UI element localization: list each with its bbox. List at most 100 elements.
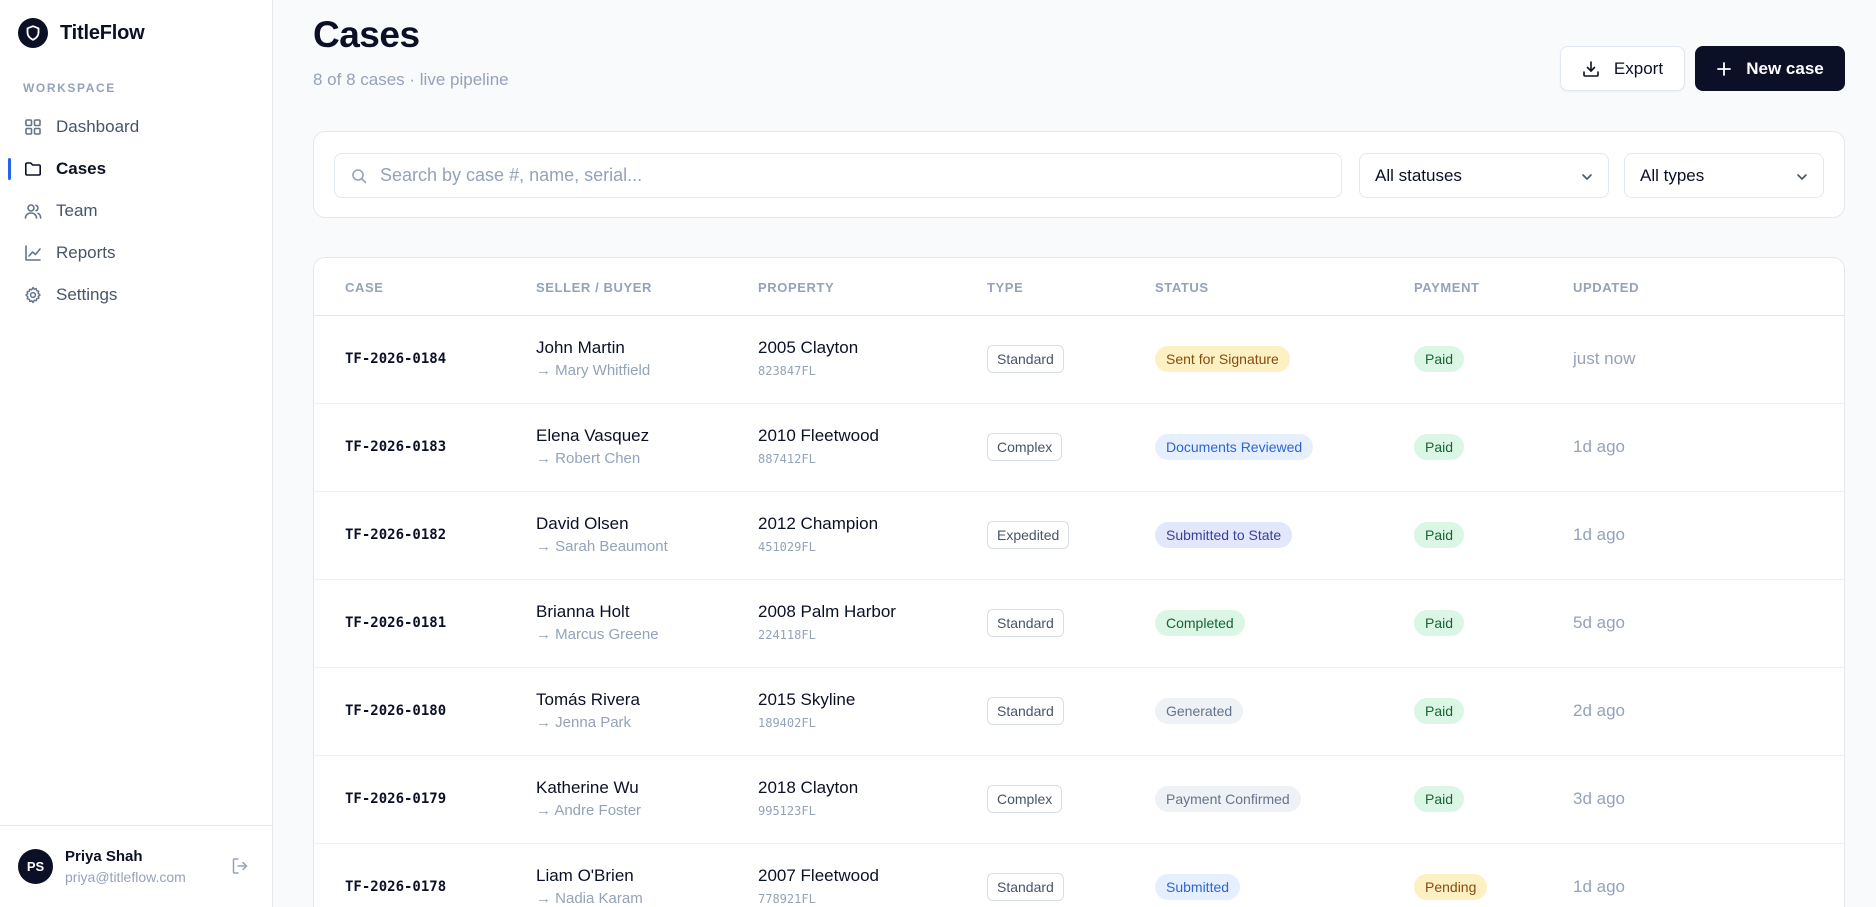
property-name: 2015 Skyline bbox=[758, 690, 856, 709]
sidebar-item-label: Team bbox=[56, 201, 98, 220]
new-case-label: New case bbox=[1746, 58, 1824, 78]
property-serial: 887412FL bbox=[758, 452, 816, 466]
property-name: 2005 Clayton bbox=[758, 338, 859, 357]
avatar[interactable]: PS bbox=[18, 849, 53, 884]
status-badge: Payment Confirmed bbox=[1155, 786, 1301, 812]
type-badge: Standard bbox=[987, 609, 1064, 637]
case-id[interactable]: TF-2026-0184 bbox=[345, 351, 446, 367]
new-case-button[interactable]: New case bbox=[1695, 46, 1845, 91]
workspace-label: WORKSPACE bbox=[23, 81, 116, 95]
case-id[interactable]: TF-2026-0183 bbox=[345, 439, 446, 455]
column-header-seller-buyer[interactable]: SELLER / BUYER bbox=[536, 280, 652, 295]
user-email: priya@titleflow.com bbox=[65, 869, 186, 885]
seller-name: Liam O'Brien bbox=[536, 866, 634, 885]
sidebar: TitleFlow WORKSPACE Dashboard Cases Team… bbox=[0, 0, 273, 907]
updated-time: just now bbox=[1573, 349, 1636, 368]
export-button[interactable]: Export bbox=[1560, 46, 1685, 91]
buyer-name: → Jenna Park bbox=[536, 714, 632, 731]
case-id[interactable]: TF-2026-0181 bbox=[345, 615, 446, 631]
chevron-down-icon bbox=[1797, 174, 1807, 180]
table-row[interactable]: TF-2026-0179 Katherine Wu → Andre Foster 20… bbox=[314, 756, 1844, 844]
export-label: Export bbox=[1613, 58, 1664, 78]
updated-time: 3d ago bbox=[1573, 789, 1625, 808]
type-filter-select[interactable]: All types bbox=[1624, 153, 1824, 198]
payment-badge: Paid bbox=[1414, 698, 1465, 724]
buyer-name: → Sarah Beaumont bbox=[536, 538, 668, 555]
table-row[interactable]: TF-2026-0178 Liam O'Brien → Nadia Karam 200… bbox=[314, 844, 1844, 907]
seller-name: John Martin bbox=[536, 338, 625, 357]
page-subtitle: 8 of 8 cases · live pipeline bbox=[313, 70, 509, 89]
property-serial: 451029FL bbox=[758, 540, 816, 554]
payment-badge: Paid bbox=[1414, 610, 1465, 636]
shield-logo-icon bbox=[18, 18, 48, 48]
seller-name: Elena Vasquez bbox=[536, 426, 650, 445]
status-badge: Completed bbox=[1155, 610, 1245, 636]
property-name: 2012 Champion bbox=[758, 514, 879, 533]
case-id[interactable]: TF-2026-0180 bbox=[345, 703, 446, 719]
status-badge: Generated bbox=[1155, 698, 1244, 724]
sidebar-item-label: Settings bbox=[56, 285, 118, 304]
seller-name: David Olsen bbox=[536, 514, 629, 533]
property-name: 2007 Fleetwood bbox=[758, 866, 879, 885]
column-header-updated[interactable]: UPDATED bbox=[1573, 280, 1639, 295]
search-input[interactable] bbox=[380, 154, 1330, 197]
payment-badge: Paid bbox=[1414, 786, 1465, 812]
users-icon bbox=[24, 204, 42, 219]
table-row[interactable]: TF-2026-0181 Brianna Holt → Marcus Greene 2… bbox=[314, 580, 1844, 668]
column-header-property[interactable]: PROPERTY bbox=[758, 280, 834, 295]
column-header-type[interactable]: TYPE bbox=[987, 280, 1023, 295]
type-badge: Complex bbox=[987, 433, 1063, 461]
case-id[interactable]: TF-2026-0182 bbox=[345, 527, 446, 543]
brand[interactable]: TitleFlow bbox=[18, 18, 145, 48]
payment-badge: Pending bbox=[1414, 874, 1488, 900]
column-header-status[interactable]: STATUS bbox=[1155, 280, 1209, 295]
payment-badge: Paid bbox=[1414, 434, 1465, 460]
sidebar-item-reports[interactable]: Reports bbox=[0, 232, 272, 274]
table-row[interactable]: TF-2026-0184 John Martin → Mary Whitfield 2… bbox=[314, 316, 1844, 404]
buyer-name: → Nadia Karam bbox=[536, 890, 643, 907]
table-row[interactable]: TF-2026-0180 Tomás Rivera → Jenna Park 2015… bbox=[314, 668, 1844, 756]
case-id[interactable]: TF-2026-0179 bbox=[345, 791, 446, 807]
case-id[interactable]: TF-2026-0178 bbox=[345, 879, 446, 895]
type-badge: Standard bbox=[987, 873, 1064, 901]
status-badge: Submitted to State bbox=[1155, 522, 1293, 548]
sidebar-item-settings[interactable]: Settings bbox=[0, 274, 272, 316]
cases-table: CASE SELLER / BUYER PROPERTY TYPE STATUS… bbox=[313, 257, 1845, 907]
grid-icon bbox=[25, 119, 41, 135]
sidebar-item-team[interactable]: Team bbox=[0, 190, 272, 232]
property-name: 2010 Fleetwood bbox=[758, 426, 879, 445]
property-serial: 778921FL bbox=[758, 892, 816, 906]
type-badge: Standard bbox=[987, 697, 1064, 725]
status-badge: Submitted bbox=[1155, 874, 1241, 900]
table-row[interactable]: TF-2026-0182 David Olsen → Sarah Beaumont 2… bbox=[314, 492, 1844, 580]
table-row[interactable]: TF-2026-0183 Elena Vasquez → Robert Chen 20… bbox=[314, 404, 1844, 492]
buyer-name: → Marcus Greene bbox=[536, 626, 659, 643]
property-serial: 823847FL bbox=[758, 364, 816, 378]
plus-icon bbox=[1717, 61, 1732, 76]
search-box[interactable] bbox=[334, 153, 1342, 198]
property-name: 2008 Palm Harbor bbox=[758, 602, 896, 621]
column-header-case[interactable]: CASE bbox=[345, 280, 384, 295]
page-title: Cases bbox=[313, 14, 420, 55]
seller-name: Brianna Holt bbox=[536, 602, 630, 621]
folder-icon bbox=[25, 162, 41, 176]
column-header-payment[interactable]: PAYMENT bbox=[1414, 280, 1480, 295]
property-serial: 224118FL bbox=[758, 628, 816, 642]
updated-time: 2d ago bbox=[1573, 701, 1625, 720]
status-filter-select[interactable]: All statuses bbox=[1359, 153, 1609, 198]
search-icon bbox=[352, 169, 367, 184]
sidebar-item-cases[interactable]: Cases bbox=[0, 148, 272, 190]
status-badge: Documents Reviewed bbox=[1155, 434, 1314, 460]
property-name: 2018 Clayton bbox=[758, 778, 859, 797]
type-badge: Standard bbox=[987, 345, 1064, 373]
payment-badge: Paid bbox=[1414, 522, 1465, 548]
logout-icon[interactable] bbox=[230, 856, 250, 876]
download-icon bbox=[1583, 60, 1599, 77]
seller-name: Katherine Wu bbox=[536, 778, 639, 797]
user-name: Priya Shah bbox=[65, 848, 143, 865]
updated-time: 5d ago bbox=[1573, 613, 1625, 632]
property-serial: 995123FL bbox=[758, 804, 816, 818]
payment-badge: Paid bbox=[1414, 346, 1465, 372]
status-badge: Sent for Signature bbox=[1155, 346, 1290, 372]
sidebar-item-dashboard[interactable]: Dashboard bbox=[0, 106, 272, 148]
